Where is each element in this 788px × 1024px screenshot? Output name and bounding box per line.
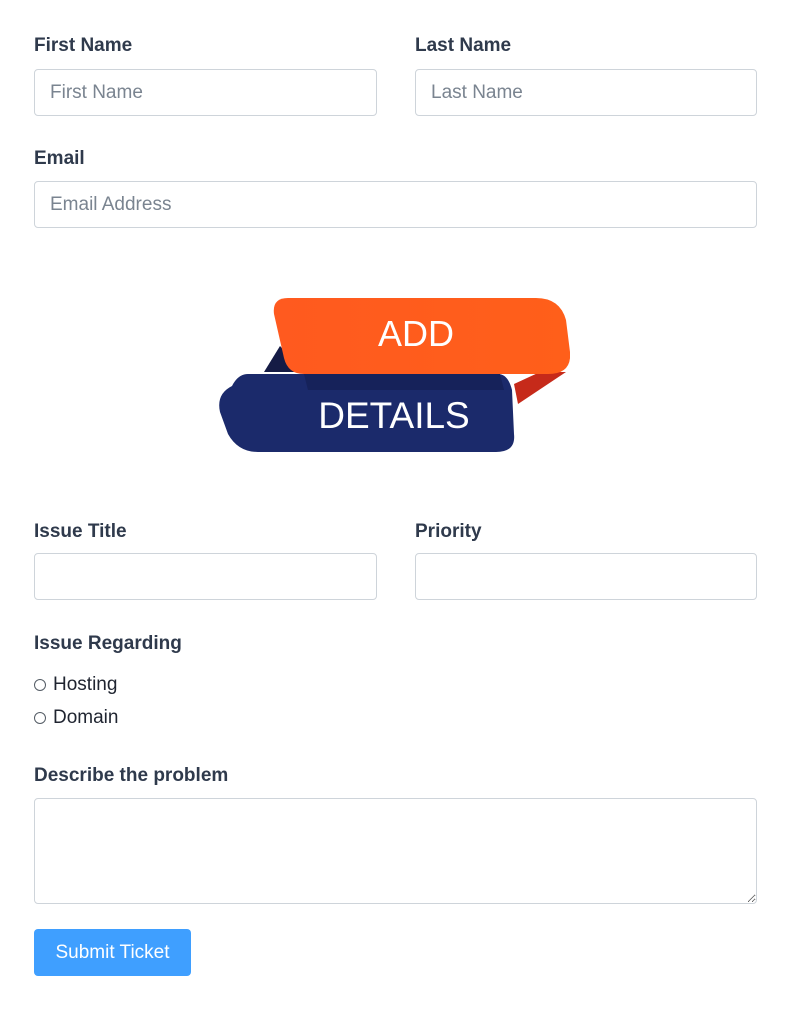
first-name-label: First Name	[34, 35, 133, 56]
last-name-input[interactable]	[415, 69, 757, 116]
radio-button-hosting[interactable]	[34, 679, 46, 691]
priority-input[interactable]	[415, 553, 757, 600]
issue-title-label: Issue Title	[34, 521, 127, 542]
problem-textarea[interactable]	[34, 798, 757, 904]
banner-line2: DETAILS	[318, 395, 469, 436]
last-name-label: Last Name	[415, 35, 512, 56]
email-input[interactable]	[34, 181, 757, 228]
first-name-input[interactable]	[34, 69, 377, 116]
email-label: Email	[34, 148, 85, 169]
radio-option-domain[interactable]: Domain	[34, 706, 118, 730]
banner-shadow-right	[514, 372, 566, 404]
radio-button-domain[interactable]	[34, 712, 46, 724]
radio-label-hosting: Hosting	[53, 674, 118, 695]
add-details-banner: ADD DETAILS	[219, 298, 570, 452]
issue-title-input[interactable]	[34, 553, 377, 600]
priority-label: Priority	[415, 521, 482, 542]
issue-regarding-label: Issue Regarding	[34, 633, 182, 654]
problem-label: Describe the problem	[34, 765, 229, 786]
banner-line1: ADD	[378, 313, 454, 354]
submit-ticket-button[interactable]: Submit Ticket	[34, 929, 191, 976]
radio-option-hosting[interactable]: Hosting	[34, 673, 117, 697]
banner-overlap-band	[304, 374, 504, 390]
radio-label-domain: Domain	[53, 707, 119, 728]
